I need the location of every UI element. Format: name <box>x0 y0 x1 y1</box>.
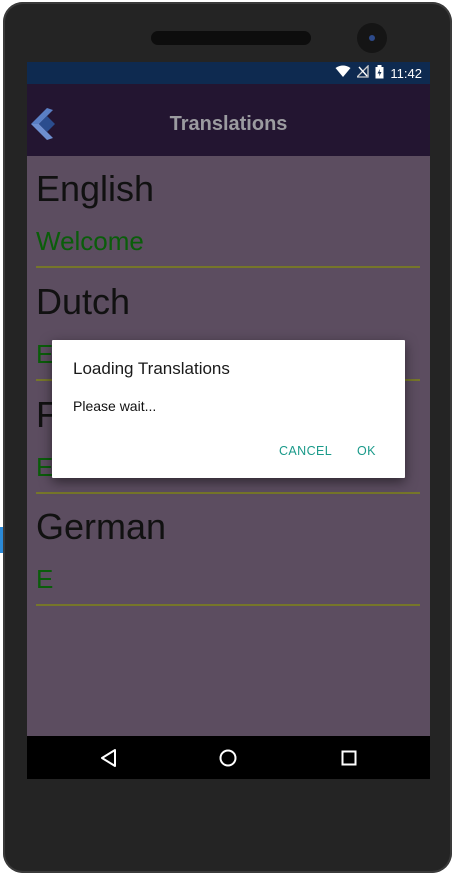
speaker-grille <box>151 31 311 45</box>
loading-dialog: Loading Translations Please wait... CANC… <box>52 340 405 478</box>
language-label: Dutch <box>36 281 131 322</box>
app-bar: Translations <box>27 84 430 156</box>
translation-field[interactable]: E <box>36 339 53 370</box>
back-icon[interactable] <box>95 744 123 772</box>
recents-icon[interactable] <box>335 744 363 772</box>
no-signal-icon <box>355 64 370 81</box>
status-time: 11:42 <box>390 65 422 81</box>
app-title: Translations <box>169 113 288 135</box>
translation-underline <box>36 604 420 606</box>
translation-field[interactable]: E <box>36 564 53 595</box>
translation-field[interactable]: E <box>36 452 53 483</box>
dialog-title: Loading Translations <box>73 359 230 378</box>
navigation-bar <box>27 736 430 779</box>
dialog-message: Please wait... <box>73 398 157 414</box>
front-camera <box>357 23 387 53</box>
status-bar: 11:42 <box>27 62 430 84</box>
app-logo-icon[interactable] <box>31 108 59 140</box>
translation-underline <box>36 266 420 268</box>
ok-button[interactable]: OK <box>357 444 376 458</box>
translation-field[interactable]: Welcome <box>36 226 144 257</box>
language-label: German <box>36 506 167 547</box>
battery-icon <box>375 64 384 82</box>
translation-underline <box>36 492 420 494</box>
home-icon[interactable] <box>214 744 242 772</box>
language-label: English <box>36 168 155 209</box>
wifi-icon <box>335 65 351 81</box>
cancel-button[interactable]: CANCEL <box>279 444 332 458</box>
